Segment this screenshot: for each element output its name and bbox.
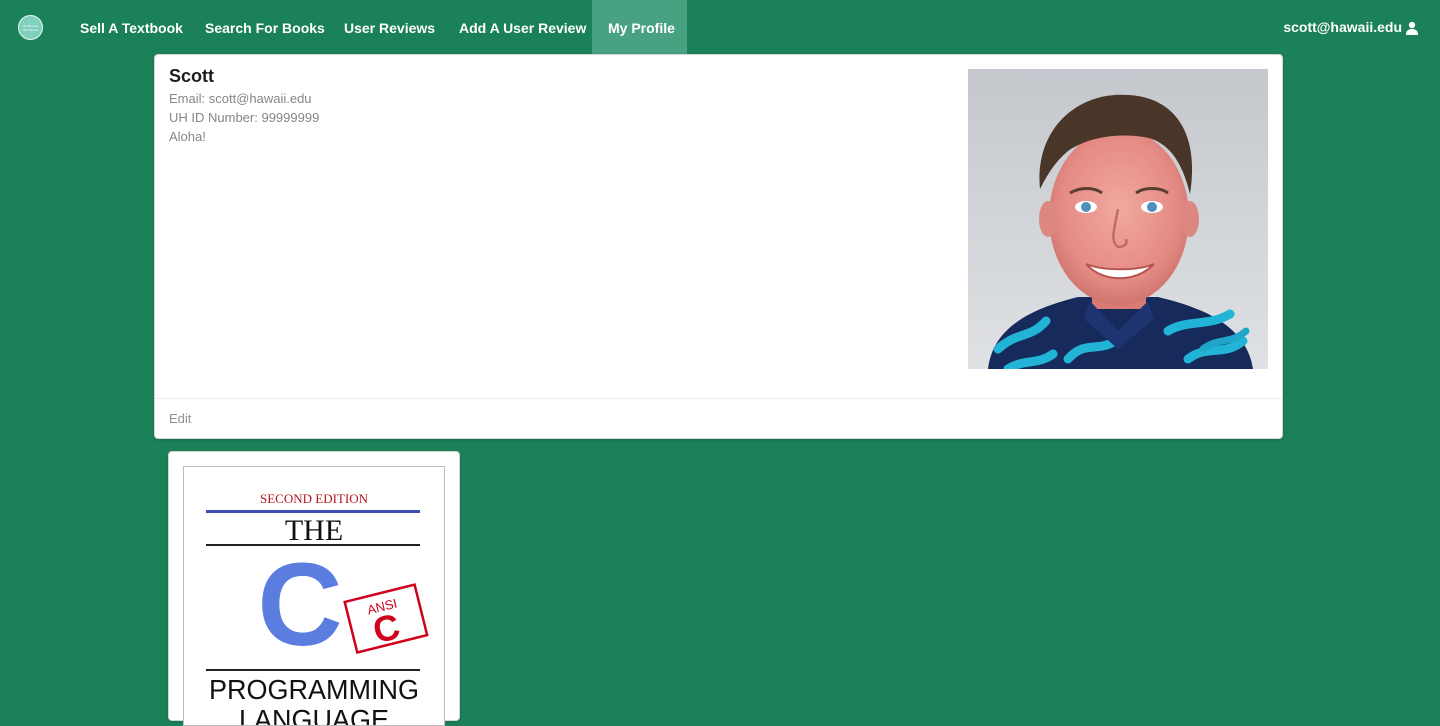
book-card[interactable]: SECOND EDITION THE C ANSI C PROGRAMMING … [168, 451, 460, 726]
logo-line-2: UH Manoa [22, 27, 39, 32]
book-cover[interactable]: SECOND EDITION THE C ANSI C PROGRAMMING … [183, 466, 445, 726]
book-edition: SECOND EDITION [260, 491, 369, 506]
book-title-language: LANGUAGE [239, 704, 389, 726]
user-menu[interactable]: scott@hawaii.edu [1283, 0, 1419, 54]
app-logo[interactable]: TextBooks UH Manoa [18, 15, 43, 40]
profile-uh-id: UH ID Number: 99999999 [169, 110, 320, 125]
profile-photo [968, 69, 1268, 369]
nav-search-books[interactable]: Search For Books [189, 0, 341, 54]
nav-sell-textbook[interactable]: Sell A Textbook [64, 0, 199, 54]
user-icon [1406, 21, 1418, 35]
card-divider [155, 398, 1282, 399]
edit-profile-link[interactable]: Edit [169, 411, 191, 426]
profile-email: Email: scott@hawaii.edu [169, 91, 312, 106]
nav-add-user-review[interactable]: Add A User Review [443, 0, 602, 54]
profile-name: Scott [169, 66, 214, 86]
book-big-c: C [257, 539, 342, 671]
top-navbar: TextBooks UH Manoa Sell A Textbook Searc… [0, 0, 1440, 54]
nav-user-reviews[interactable]: User Reviews [328, 0, 451, 54]
profile-card: Scott Email: scott@hawaii.edu UH ID Numb… [154, 54, 1283, 439]
user-email: scott@hawaii.edu [1283, 18, 1402, 35]
profile-bio: Aloha! [169, 129, 206, 144]
nav-my-profile[interactable]: My Profile [592, 0, 687, 54]
book-title-programming: PROGRAMMING [209, 674, 419, 705]
